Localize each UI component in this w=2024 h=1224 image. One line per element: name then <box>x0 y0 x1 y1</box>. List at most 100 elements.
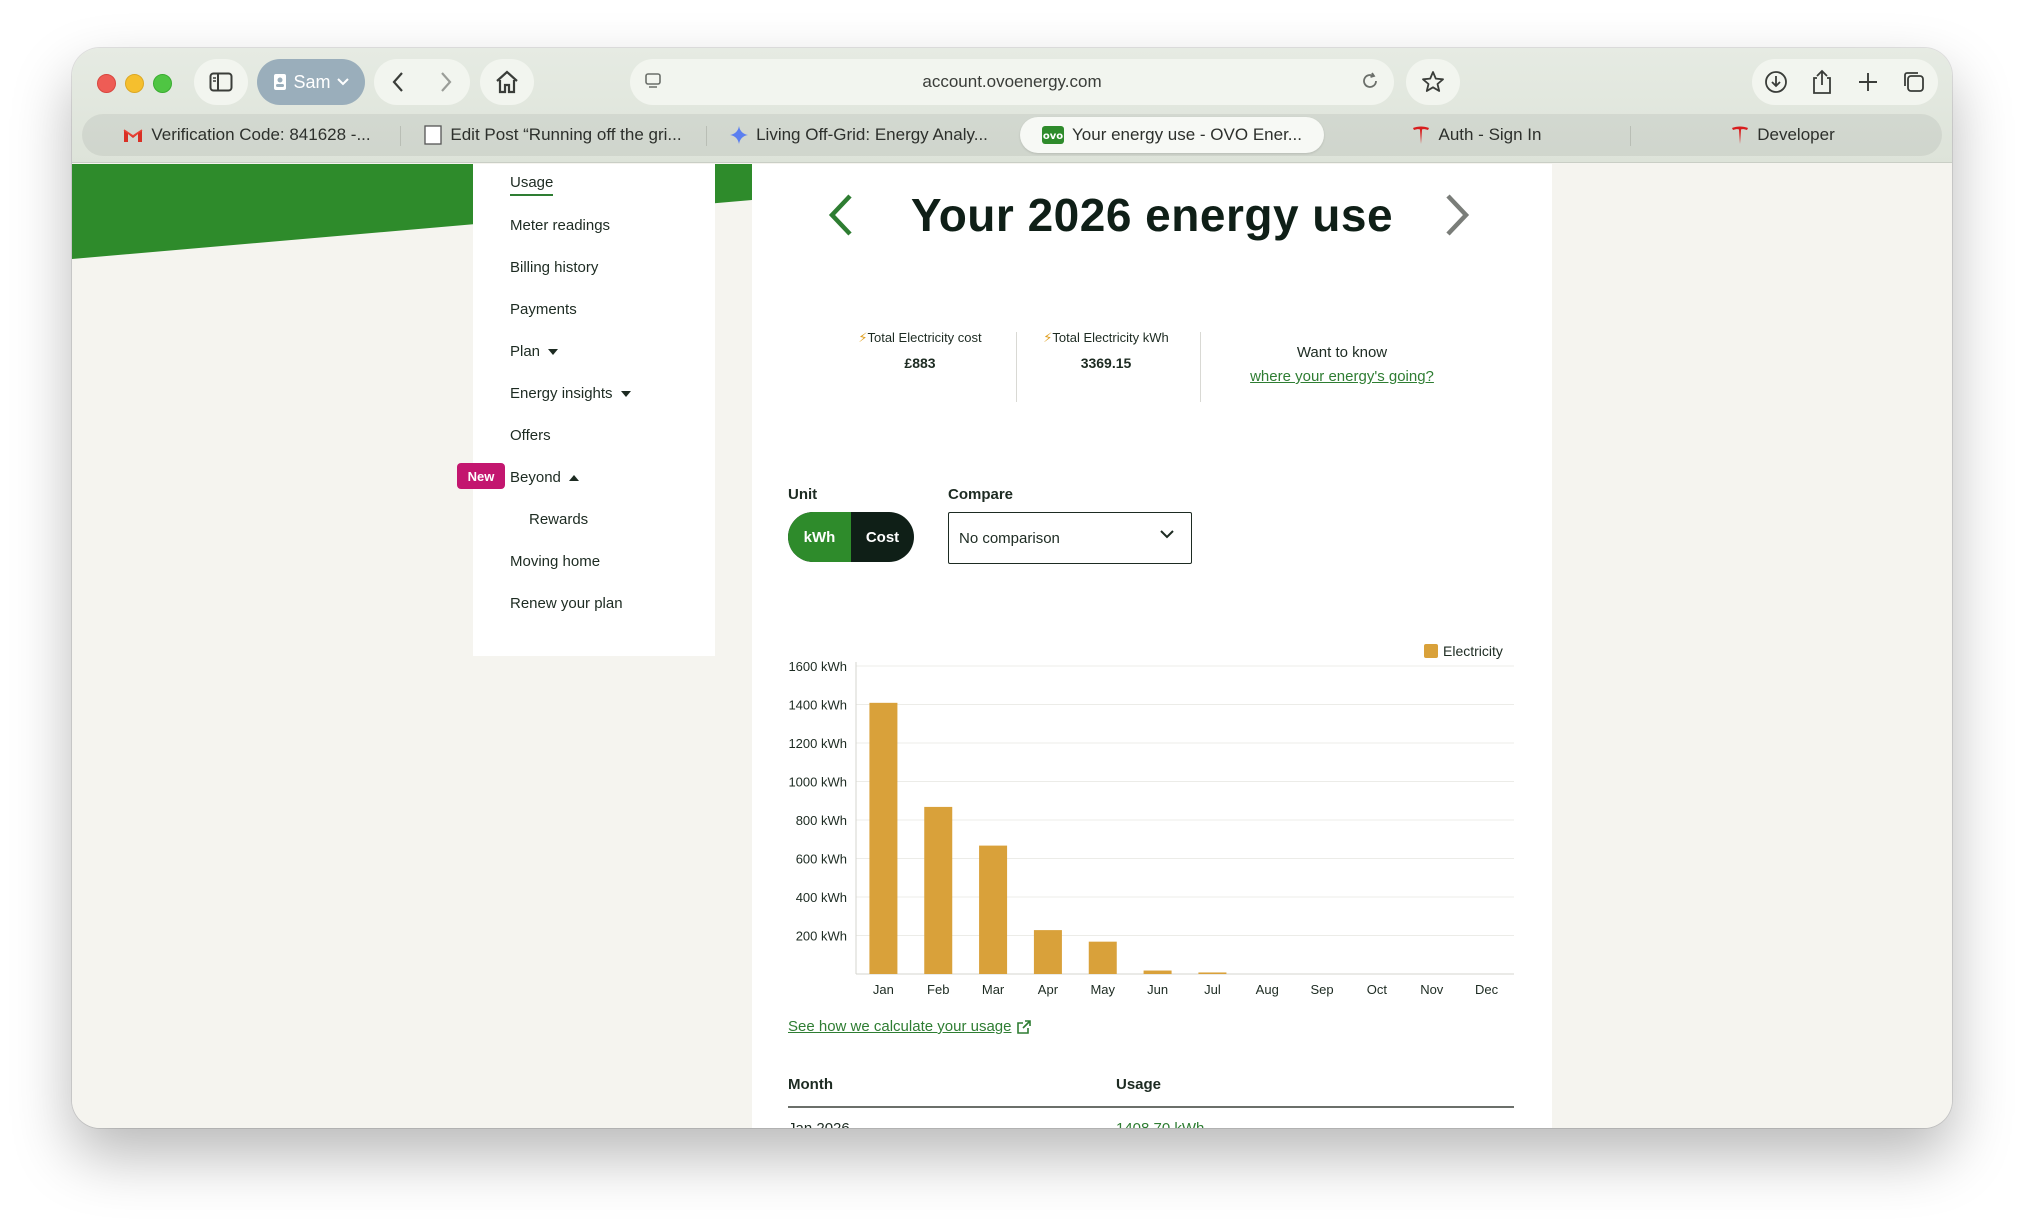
stat-divider <box>1016 332 1017 402</box>
ovo-icon: ovo <box>1042 126 1065 144</box>
tab-living-off-grid[interactable]: Living Off-Grid: Energy Analy... <box>714 117 1004 153</box>
tab-bar: Verification Code: 841628 -... Edit Post… <box>82 114 1942 156</box>
nav-label: Moving home <box>510 553 601 570</box>
star-icon <box>1422 71 1444 92</box>
unit-label: Unit <box>788 486 818 503</box>
tab-divider <box>1630 126 1631 146</box>
bar-jul <box>1198 972 1227 974</box>
stat-electricity-kwh: ⚡Total Electricity kWh 3369.15 <box>1026 330 1186 371</box>
tab-divider <box>706 126 707 146</box>
compare-value: No comparison <box>959 529 1060 547</box>
nav-meter-readings[interactable]: Meter readings <box>510 217 610 234</box>
nav-moving-home[interactable]: Moving home <box>510 553 600 570</box>
download-icon[interactable] <box>1764 70 1788 94</box>
tesla-icon <box>1732 126 1749 144</box>
browser-window: Sam account.ovoenergy.com Verification C… <box>72 48 1952 1128</box>
legend-swatch <box>1424 644 1438 658</box>
x-tick-label: Jan <box>873 982 894 997</box>
document-icon <box>424 125 443 145</box>
tab-ovo-energy[interactable]: ovo Your energy use - OVO Ener... <box>1020 117 1324 153</box>
chevron-down-icon <box>1160 530 1174 539</box>
minimize-window-button[interactable] <box>125 74 144 93</box>
new-tab-icon[interactable] <box>1857 71 1879 93</box>
chevron-down-icon <box>336 78 349 86</box>
history-nav <box>374 59 470 105</box>
next-year-button[interactable] <box>1442 192 1472 238</box>
y-tick-label: 400 kWh <box>796 890 847 905</box>
tab-auth-sign-in[interactable]: Auth - Sign In <box>1332 117 1622 153</box>
bar-mar <box>979 845 1008 974</box>
nav-billing-history[interactable]: Billing history <box>510 259 598 276</box>
nav-label: Meter readings <box>510 217 611 234</box>
back-icon[interactable] <box>391 71 405 93</box>
y-tick-label: 1200 kWh <box>788 736 847 751</box>
tab-label: Living Off-Grid: Energy Analy... <box>756 125 988 144</box>
x-tick-label: May <box>1090 982 1115 997</box>
where-energy-going-link[interactable]: where your energy's going? <box>1222 368 1462 385</box>
nav-label: Billing history <box>510 259 599 276</box>
home-button[interactable] <box>480 59 534 105</box>
browser-toolbar: Sam account.ovoenergy.com Verification C… <box>72 48 1952 163</box>
tab-edit-post[interactable]: Edit Post “Running off the gri... <box>408 117 698 153</box>
nav-usage[interactable]: Usage <box>510 174 554 196</box>
compare-select[interactable]: No comparison <box>948 512 1192 564</box>
calculate-usage-link[interactable]: See how we calculate your usage <box>788 1018 1032 1035</box>
toolbar-actions <box>1752 59 1938 105</box>
x-tick-label: Sep <box>1311 982 1334 997</box>
address-bar[interactable]: account.ovoenergy.com <box>630 59 1394 105</box>
table-cell-usage[interactable]: 1408.70 kWh <box>1116 1120 1204 1128</box>
bookmark-button[interactable] <box>1406 59 1460 105</box>
reload-icon[interactable] <box>1360 71 1380 91</box>
prompt-text: Want to know <box>1296 344 1388 361</box>
external-link-icon <box>1017 1019 1032 1034</box>
close-window-button[interactable] <box>97 74 116 93</box>
nav-energy-insights[interactable]: Energy insights <box>510 385 631 402</box>
stat-value: 3369.15 <box>1080 355 1132 371</box>
nav-rewards[interactable]: Rewards <box>529 511 588 528</box>
unit-kwh-option[interactable]: kWh <box>788 512 851 562</box>
zoom-window-button[interactable] <box>153 74 172 93</box>
x-tick-label: Jun <box>1147 982 1168 997</box>
table-header-usage: Usage <box>1116 1076 1162 1093</box>
x-tick-label: Nov <box>1420 982 1444 997</box>
url-text: account.ovoenergy.com <box>922 72 1102 91</box>
bar-may <box>1088 941 1117 974</box>
unit-cost-option[interactable]: Cost <box>851 512 914 562</box>
profile-button[interactable]: Sam <box>257 59 365 105</box>
page-settings-icon[interactable] <box>644 72 662 90</box>
nav-payments[interactable]: Payments <box>510 301 577 318</box>
table-cell-month: Jan 2026 <box>788 1120 850 1128</box>
forward-icon[interactable] <box>439 71 453 93</box>
tab-gmail[interactable]: Verification Code: 841628 -... <box>102 117 392 153</box>
nav-beyond[interactable]: Beyond <box>510 469 579 486</box>
legend-label: Electricity <box>1443 643 1503 659</box>
nav-label: Energy insights <box>510 385 613 402</box>
sidebar-toggle-button[interactable] <box>194 59 248 105</box>
tab-label: Auth - Sign In <box>1438 125 1542 144</box>
x-tick-label: Apr <box>1038 982 1059 997</box>
nav-label: Plan <box>510 343 541 360</box>
home-icon <box>496 70 518 94</box>
nav-label: Beyond <box>510 469 561 486</box>
account-navigation: Usage Meter readings Billing history Pay… <box>473 164 715 656</box>
new-badge: New <box>457 463 505 489</box>
stat-electricity-cost: ⚡Total Electricity cost £883 <box>840 330 1000 371</box>
share-icon[interactable] <box>1811 69 1833 95</box>
x-tick-label: Jul <box>1204 982 1221 997</box>
stat-label: Total Electricity kWh <box>1052 330 1169 345</box>
y-tick-label: 1400 kWh <box>788 698 847 713</box>
y-tick-label: 800 kWh <box>796 813 847 828</box>
sidebar-icon <box>209 72 233 92</box>
tab-developer[interactable]: Developer <box>1638 117 1928 153</box>
nav-label: Renew your plan <box>510 595 623 612</box>
nav-plan[interactable]: Plan <box>510 343 559 360</box>
tab-label: Your energy use - OVO Ener... <box>1072 125 1302 144</box>
tab-label: Edit Post “Running off the gri... <box>450 125 682 144</box>
nav-offers[interactable]: Offers <box>510 427 551 444</box>
tab-label: Verification Code: 841628 -... <box>151 125 371 144</box>
energy-insight-prompt: Want to know where your energy's going? <box>1222 344 1462 385</box>
tab-overview-icon[interactable] <box>1902 70 1926 94</box>
nav-renew-your-plan[interactable]: Renew your plan <box>510 595 623 612</box>
tesla-icon <box>1413 126 1430 144</box>
profile-icon <box>274 74 287 90</box>
